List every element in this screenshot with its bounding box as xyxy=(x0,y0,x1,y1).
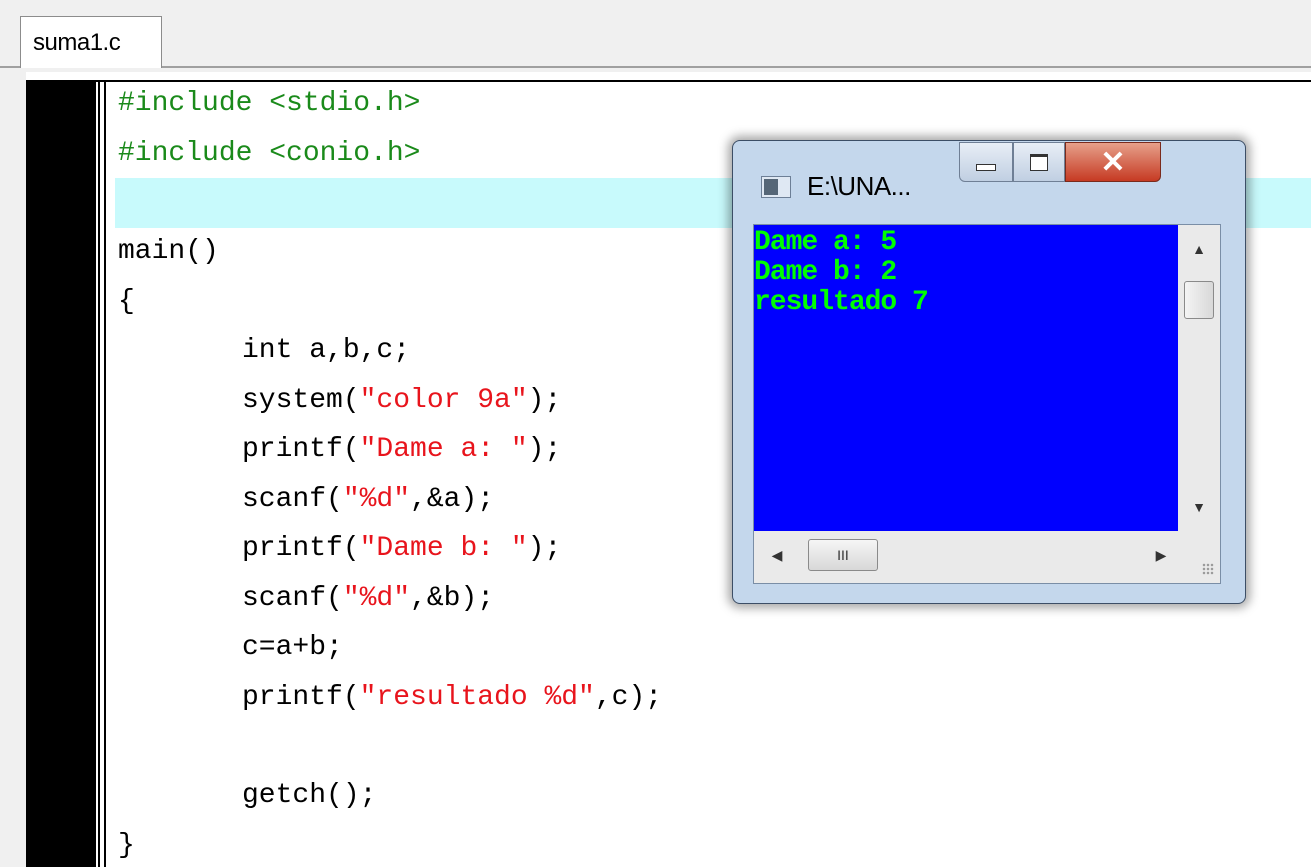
code-line-printf-a[interactable]: printf("Dame a: "); xyxy=(242,433,561,467)
tab-strip-divider xyxy=(0,66,1311,68)
minimize-icon xyxy=(976,163,996,171)
grip-lines: III xyxy=(837,547,849,563)
tab-label: suma1.c xyxy=(33,29,121,56)
code-line-printf-a-text: printf("Dame a: "); xyxy=(242,434,562,465)
scroll-up-arrow-icon[interactable]: ▲ xyxy=(1178,229,1220,269)
code-line-scanf-b[interactable]: scanf("%d",&b); xyxy=(242,582,494,616)
resize-grip-icon[interactable] xyxy=(1178,531,1220,583)
scroll-right-arrow-icon[interactable]: ▶ xyxy=(1146,539,1176,571)
horizontal-scroll-thumb[interactable]: III xyxy=(808,539,878,571)
scroll-down-arrow-icon[interactable]: ▼ xyxy=(1178,487,1220,527)
editor-tab-strip xyxy=(0,0,1311,72)
console-output-line: resultado 7 xyxy=(754,287,929,318)
code-line-printf-result-text: printf("resultado %d",c); xyxy=(242,682,663,713)
code-line-scanf-a[interactable]: scanf("%d",&a); xyxy=(242,483,494,517)
minimize-button[interactable] xyxy=(959,142,1013,182)
console-output-line: Dame b: 2 xyxy=(754,257,897,288)
code-line-close-brace[interactable]: } xyxy=(118,829,135,863)
code-line-declaration[interactable]: int a,b,c; xyxy=(242,334,410,368)
console-app-icon xyxy=(761,176,791,198)
console-output-line: Dame a: 5 xyxy=(754,227,897,258)
code-line-system-text: system("color 9a"); xyxy=(242,385,562,416)
vertical-scrollbar[interactable]: ▲ ▼ xyxy=(1178,225,1220,531)
close-icon: ✕ xyxy=(1100,145,1126,179)
maximize-icon xyxy=(1030,153,1048,171)
code-line-system[interactable]: system("color 9a"); xyxy=(242,384,561,418)
line-number-gutter xyxy=(26,82,96,867)
console-window[interactable]: E:\UNA... ✕ Dame a: 5 Dame b: 2 resultad… xyxy=(732,140,1246,604)
console-title: E:\UNA... xyxy=(807,171,911,201)
editor-border xyxy=(26,80,1311,82)
tab-suma1-c[interactable]: suma1.c xyxy=(20,16,162,68)
code-line-printf-result[interactable]: printf("resultado %d",c); xyxy=(242,681,662,715)
console-client-area: Dame a: 5 Dame b: 2 resultado 7 ▲ ▼ ◀ II… xyxy=(753,224,1221,584)
code-line-include-stdio[interactable]: #include <stdio.h> xyxy=(118,87,420,121)
scroll-left-arrow-icon[interactable]: ◀ xyxy=(762,539,792,571)
close-button[interactable]: ✕ xyxy=(1065,142,1161,182)
maximize-button[interactable] xyxy=(1013,142,1065,182)
code-line-main[interactable]: main() xyxy=(118,235,219,269)
vertical-scroll-thumb[interactable] xyxy=(1184,281,1214,319)
code-line-open-brace[interactable]: { xyxy=(118,285,135,319)
code-line-sum[interactable]: c=a+b; xyxy=(242,631,343,665)
code-line-printf-b-text: printf("Dame b: "); xyxy=(242,533,562,564)
code-line-getch[interactable]: getch(); xyxy=(242,779,376,813)
gutter-separator xyxy=(104,82,106,867)
code-line-scanf-a-text: scanf("%d",&a); xyxy=(242,484,495,515)
code-line-scanf-b-text: scanf("%d",&b); xyxy=(242,583,495,614)
code-line-include-conio[interactable]: #include <conio.h> xyxy=(118,137,420,171)
horizontal-scrollbar[interactable]: ◀ III ▶ xyxy=(754,531,1178,583)
console-output-area[interactable]: Dame a: 5 Dame b: 2 resultado 7 xyxy=(754,225,1178,531)
code-line-printf-b[interactable]: printf("Dame b: "); xyxy=(242,532,561,566)
gutter-separator xyxy=(98,82,100,867)
editor-left-edge xyxy=(0,72,26,867)
